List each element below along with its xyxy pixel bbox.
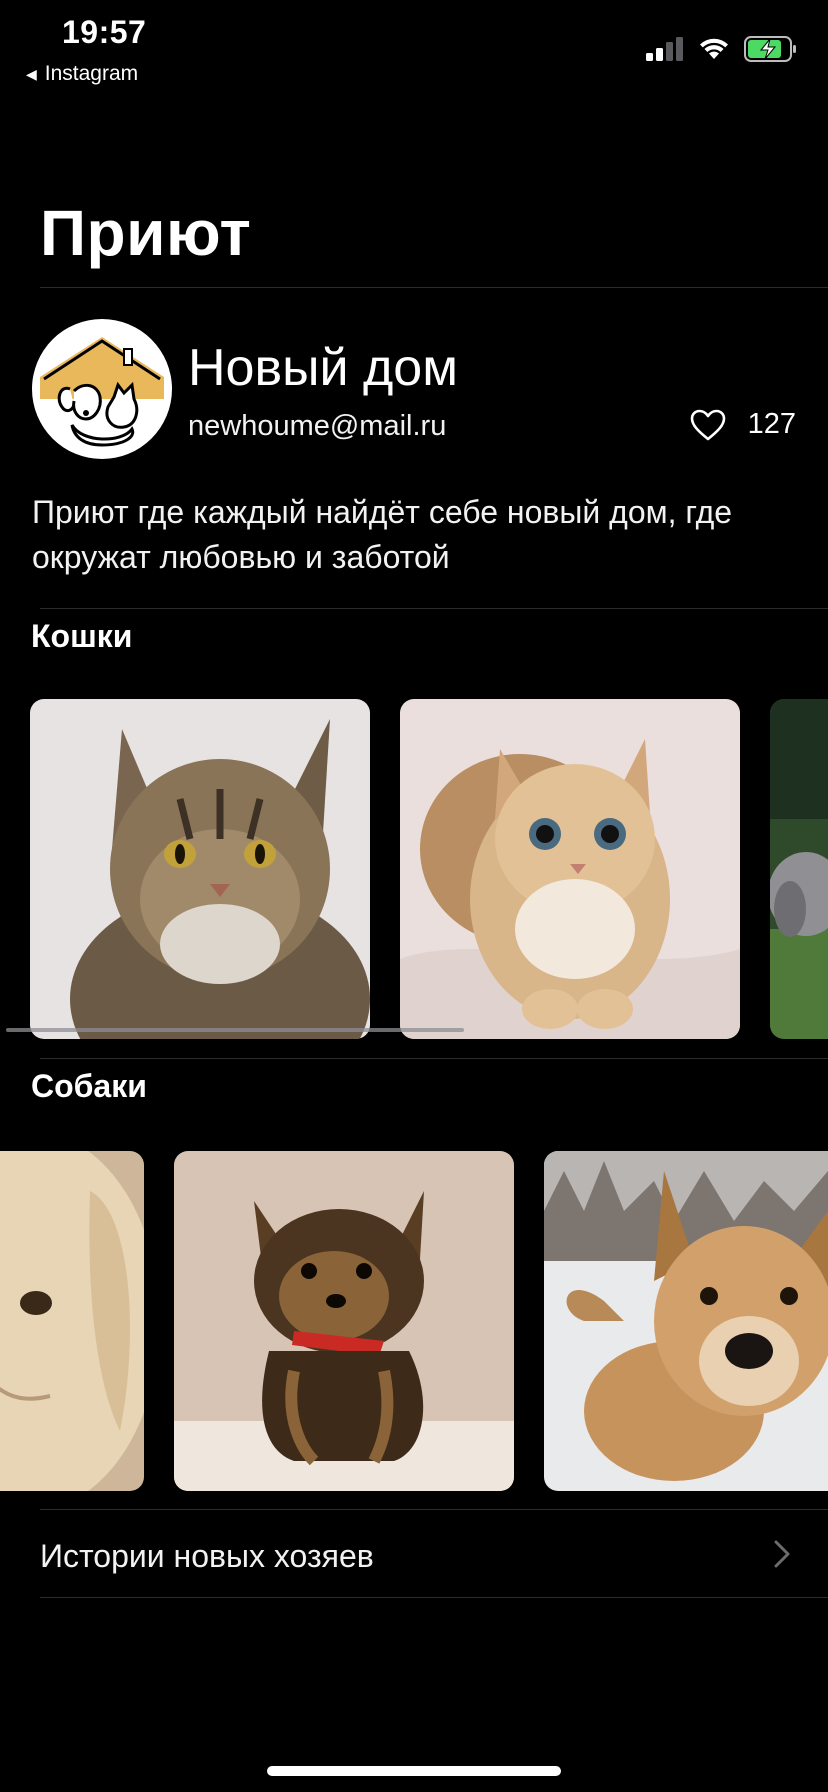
home-indicator[interactable]: [267, 1766, 561, 1776]
shelter-email[interactable]: newhoume@mail.ru: [188, 410, 446, 443]
shelter-description: Приют где каждый найдёт себе новый дом, …: [32, 494, 733, 575]
stories-row[interactable]: Истории новых хозяев: [40, 1510, 828, 1598]
like-button[interactable]: 127: [690, 408, 796, 441]
labrador-photo[interactable]: [0, 1151, 144, 1491]
yorkshire-terrier-photo[interactable]: [174, 1151, 514, 1491]
ginger-cat-photo[interactable]: [400, 699, 740, 1039]
shelter-logo: [32, 319, 172, 459]
dogs-section-title: Собаки: [31, 1068, 147, 1104]
stories-bottom-divider: [40, 1597, 828, 1598]
battery-charging-icon: [744, 36, 796, 62]
likes-count: 127: [747, 408, 796, 440]
cats-section-title: Кошки: [31, 618, 133, 654]
title-divider: [40, 287, 828, 288]
description-divider: [40, 608, 828, 609]
grey-cat-on-grass-photo[interactable]: [770, 699, 828, 1039]
chevron-right-icon: [774, 1540, 790, 1568]
cats-divider: [40, 1058, 828, 1059]
shelter-name: Новый дом: [188, 339, 458, 397]
stories-label: Истории новых хозяев: [40, 1538, 374, 1574]
back-to-app-link[interactable]: ◀ Instagram: [26, 62, 138, 86]
status-icons: [646, 36, 798, 62]
status-time: 19:57: [62, 14, 147, 50]
page-title: Приют: [40, 197, 252, 269]
tabby-cat-photo[interactable]: [30, 699, 370, 1039]
cats-scroll-indicator: [6, 1028, 464, 1032]
back-app-label: Instagram: [44, 62, 139, 85]
shepherd-dog-in-snow-photo[interactable]: [544, 1151, 828, 1491]
wifi-icon: [700, 38, 728, 59]
cellular-signal-icon: [646, 37, 683, 61]
heart-icon: [690, 409, 725, 440]
back-triangle-icon: ◀: [26, 65, 37, 82]
